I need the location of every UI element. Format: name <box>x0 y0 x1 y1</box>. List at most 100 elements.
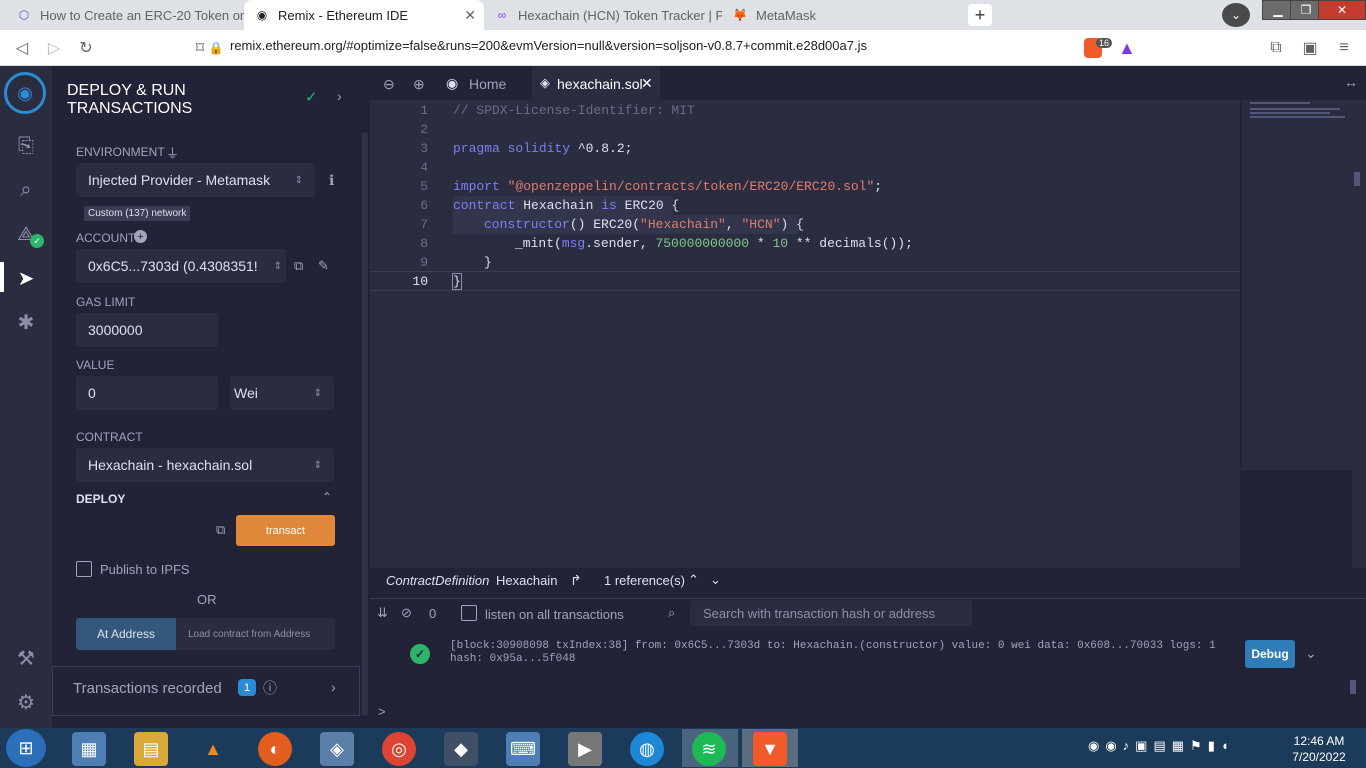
contract-value: Hexachain - hexachain.sol <box>88 457 253 473</box>
value-unit-select[interactable]: Wei ⇕ <box>230 376 334 410</box>
url-field[interactable]: remix.ethereum.org/#optimize=false&runs=… <box>230 38 867 53</box>
expand-icon[interactable]: ↔ <box>1344 74 1358 90</box>
number-token: 10 <box>772 236 789 251</box>
close-window-button[interactable]: ✕ <box>1318 0 1366 20</box>
file-explorer-icon[interactable]: ▤ <box>134 732 168 766</box>
minimap-line <box>1250 112 1330 114</box>
panel-scrollbar[interactable] <box>362 132 368 716</box>
listen-all-checkbox[interactable] <box>461 605 477 621</box>
wallet-icon[interactable]: ▣ <box>1300 38 1320 58</box>
at-address-button[interactable]: At Address <box>76 618 176 650</box>
minimap[interactable] <box>1242 100 1352 470</box>
app-icon[interactable]: ◆ <box>444 732 478 766</box>
copy-icon[interactable]: ⧉ <box>216 522 225 538</box>
code-token: _mint( <box>515 236 562 251</box>
code-token: Hexachain <box>515 198 602 213</box>
menu-icon[interactable]: ≡ <box>1334 38 1354 58</box>
chevron-down-icon[interactable]: ⌄ <box>710 572 721 588</box>
browser-tab[interactable]: ⬡ How to Create an ERC-20 Token on Po <box>6 0 244 30</box>
clear-console-icon[interactable]: ⊘ <box>401 605 412 621</box>
video-downloader-icon[interactable]: ▶ <box>568 732 602 766</box>
chevron-right-icon[interactable]: › <box>331 679 336 695</box>
debug-button[interactable]: Debug <box>1245 640 1295 668</box>
deploy-run-icon[interactable]: ➤ <box>12 264 40 292</box>
code-token: } <box>452 273 462 290</box>
chevron-up-icon[interactable]: ⌃ <box>322 490 332 504</box>
tab-title: Hexachain (HCN) Token Tracker | Polyc <box>518 7 722 23</box>
ref-definition-name: Hexachain <box>496 573 558 588</box>
debugger-icon[interactable]: ✱ <box>12 308 40 336</box>
info-icon[interactable]: ⓘ <box>263 678 277 698</box>
line-number: 5 <box>420 179 428 194</box>
keyboard-icon[interactable]: ⌨ <box>506 732 540 766</box>
terminal-prompt[interactable]: > <box>378 704 386 719</box>
environment-select[interactable]: Injected Provider - Metamask ⇕ <box>76 163 315 197</box>
browser-tab-active[interactable]: ◉ Remix - Ethereum IDE ✕ <box>244 0 484 30</box>
code-editor[interactable]: 1 2 3 4 5 6 7 8 9 10 // SPDX-License-Ide… <box>370 100 1240 570</box>
browser-tab[interactable]: ∞ Hexachain (HCN) Token Tracker | Polyc <box>484 0 722 30</box>
settings-gear-icon[interactable]: ⚙ <box>12 688 40 716</box>
number-token: 750000000000 <box>655 236 750 251</box>
system-clock[interactable]: 12:46 AM 7/20/2022 <box>1284 733 1354 765</box>
brave-rewards-icon[interactable]: ▲ <box>1118 38 1136 59</box>
chevron-right-icon[interactable]: › <box>337 88 342 104</box>
edge-icon[interactable]: ◍ <box>630 732 664 766</box>
value-input[interactable]: 0 <box>76 376 218 410</box>
info-icon[interactable]: ℹ <box>329 172 334 189</box>
account-select[interactable]: 0x6C5...7303d (0.4308351! ⇕ <box>76 249 286 283</box>
tab-title: Remix - Ethereum IDE <box>278 7 409 23</box>
control-panel-icon[interactable]: ▦ <box>72 732 106 766</box>
edit-icon[interactable]: ✎ <box>318 258 329 274</box>
firefox-icon[interactable]: ◐ <box>258 732 292 766</box>
collapse-terminal-icon[interactable]: ⇊ <box>377 605 388 621</box>
chevron-down-icon[interactable]: ⌄ <box>1305 645 1317 662</box>
new-tab-button[interactable]: + <box>968 4 992 26</box>
select-caret-icon: ⇕ <box>313 459 322 471</box>
close-tab-icon[interactable]: ✕ <box>641 75 653 92</box>
copy-icon[interactable]: ⧉ <box>294 258 303 274</box>
brave-icon[interactable]: ▼ <box>753 732 787 766</box>
zoom-out-icon[interactable]: ⊖ <box>383 76 395 93</box>
forward-icon[interactable]: ▷ <box>44 38 64 58</box>
start-button-icon[interactable]: ⊞ <box>6 729 46 767</box>
chrome-icon[interactable]: ◎ <box>382 732 416 766</box>
system-tray-icons[interactable]: ◉◉♪▣▤▦⚑▮◖ <box>1088 738 1235 754</box>
scroll-thumb[interactable] <box>1354 172 1360 186</box>
terminal-scrollbar[interactable] <box>1350 680 1356 694</box>
reload-icon[interactable]: ↻ <box>76 38 96 58</box>
transactions-recorded-label: Transactions recorded <box>73 680 222 697</box>
tab-search-icon[interactable]: ⌄ <box>1222 3 1250 27</box>
media-app-icon[interactable]: ◈ <box>320 732 354 766</box>
tab-home[interactable]: Home <box>469 76 506 92</box>
plugin-manager-icon[interactable]: ⚒ <box>12 644 40 672</box>
icon-rail <box>0 66 52 728</box>
extensions-icon[interactable]: ⧉ <box>1266 38 1286 58</box>
spotify-icon[interactable]: ≋ <box>692 732 726 766</box>
gas-limit-input[interactable]: 3000000 <box>76 313 218 347</box>
zoom-in-icon[interactable]: ⊕ <box>413 76 425 93</box>
tx-log-line: [block:30908098 txIndex:38] from: 0x6C5.… <box>450 640 1216 652</box>
vlc-icon[interactable]: ▲ <box>196 732 230 766</box>
back-icon[interactable]: ◁ <box>12 38 32 58</box>
chevron-up-icon[interactable]: ⌃ <box>688 572 699 588</box>
at-address-input[interactable]: Load contract from Address <box>176 618 335 650</box>
contract-select[interactable]: Hexachain - hexachain.sol ⇕ <box>76 448 334 482</box>
transact-button[interactable]: transact <box>236 515 335 546</box>
line-number: 3 <box>420 141 428 156</box>
file-explorer-icon[interactable]: ⎘ <box>12 132 40 160</box>
editor-tab-bar <box>370 66 1366 102</box>
browser-tab[interactable]: 🦊 MetaMask <box>722 0 960 30</box>
publish-ipfs-checkbox[interactable] <box>76 561 92 577</box>
current-line-highlight <box>370 271 1240 291</box>
close-tab-icon[interactable]: ✕ <box>464 7 476 24</box>
goto-definition-icon[interactable]: ↱ <box>570 572 582 589</box>
panel-title-line: TRANSACTIONS <box>67 100 193 117</box>
tx-log-entry[interactable]: [block:30908098 txIndex:38] from: 0x6C5.… <box>450 640 1216 666</box>
keyword-token: constructor <box>484 217 570 232</box>
add-account-icon[interactable]: + <box>134 230 147 243</box>
remix-logo-icon[interactable]: ◉ <box>4 72 46 114</box>
terminal-search-input[interactable]: Search with transaction hash or address <box>690 600 972 626</box>
reference-count[interactable]: 1 reference(s) <box>604 573 685 588</box>
editor-scrollbar[interactable] <box>1352 100 1366 568</box>
search-icon[interactable]: ⌕ <box>12 176 40 204</box>
